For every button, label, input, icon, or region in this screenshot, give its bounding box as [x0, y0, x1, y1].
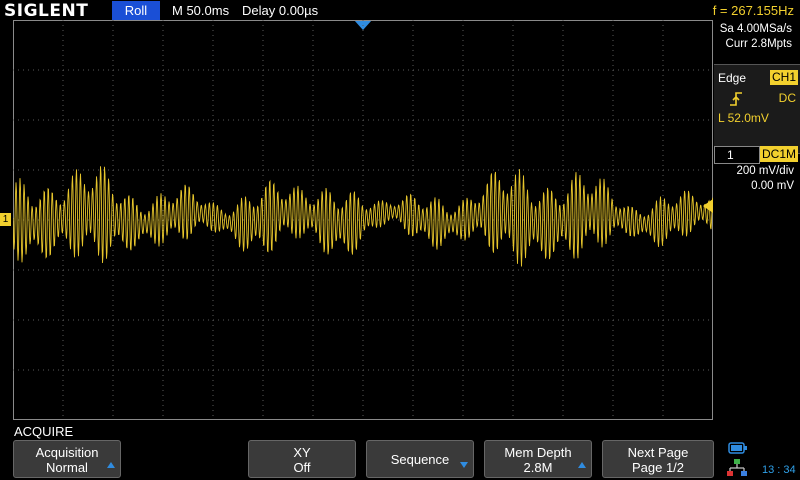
top-status-bar: SIGLENT Roll M 50.0ms Delay 0.00µs f = 2… [0, 0, 800, 22]
softkey-label: Mem Depth [504, 445, 572, 460]
channel-info-box[interactable]: 1 DC1M 200 mV/div 0.00 mV [714, 144, 800, 194]
xy-softkey[interactable]: XY Off [248, 440, 356, 478]
delay-readout[interactable]: Delay 0.00µs [242, 0, 318, 22]
channel-1-marker-label: 1 [2, 214, 9, 225]
acquisition-softkey[interactable]: Acquisition Normal [13, 440, 121, 478]
usb-icon [728, 442, 747, 454]
softkey-value: Off [293, 460, 311, 475]
menu-title: ACQUIRE [14, 424, 74, 439]
side-info-panel: Sa 4.00MSa/s Curr 2.8Mpts Edge CH1 DC L … [714, 22, 800, 420]
clock: 13 : 34 [762, 464, 796, 476]
status-area: 13 : 34 [724, 440, 800, 480]
timebase-readout[interactable]: M 50.0ms [172, 0, 229, 22]
softkey-label: XY [293, 445, 311, 460]
sample-rate: Sa 4.00MSa/s [719, 23, 792, 35]
graticule [13, 20, 713, 420]
channel-offset: 0.00 mV [751, 180, 794, 192]
down-arrow-icon [460, 462, 468, 468]
softkey-label: Sequence [390, 452, 450, 467]
mem-depth-softkey[interactable]: Mem Depth 2.8M [484, 440, 592, 478]
softkey-label: Acquisition [35, 445, 99, 460]
up-arrow-icon [578, 462, 586, 468]
softkey-value: Normal [46, 460, 88, 475]
frequency-readout: f = 267.155Hz [712, 3, 794, 18]
brand-logo: SIGLENT [4, 1, 89, 21]
channel-coupling: DC1M [759, 146, 798, 162]
next-page-softkey[interactable]: Next Page Page 1/2 [602, 440, 714, 478]
softkey-value: 2.8M [523, 460, 553, 475]
sequence-softkey[interactable]: Sequence [366, 440, 474, 478]
network-icon [727, 459, 747, 476]
trigger-source: CH1 [769, 70, 798, 85]
trigger-level: L 52.0mV [718, 111, 769, 125]
channel-1-marker[interactable]: 1 [0, 213, 11, 226]
waveform-grid[interactable] [13, 20, 713, 420]
run-mode-badge[interactable]: Roll [112, 1, 160, 20]
softkey-label: Next Page [627, 445, 689, 460]
up-arrow-icon [107, 462, 115, 468]
softkey-value: Page 1/2 [631, 460, 685, 475]
acquisition-info: Sa 4.00MSa/s Curr 2.8Mpts [714, 22, 800, 52]
channel-number: 1 [714, 146, 760, 164]
ch1-waveform [13, 166, 713, 267]
trigger-coupling: DC [778, 91, 796, 105]
trigger-type: Edge [718, 71, 747, 85]
volts-per-div: 200 mV/div [736, 165, 794, 177]
trigger-info-box[interactable]: Edge CH1 DC L 52.0mV [714, 64, 800, 154]
memory-depth-info: Curr 2.8Mpts [725, 38, 792, 50]
rising-edge-icon [730, 92, 742, 106]
trigger-level-marker-icon[interactable] [703, 199, 713, 213]
